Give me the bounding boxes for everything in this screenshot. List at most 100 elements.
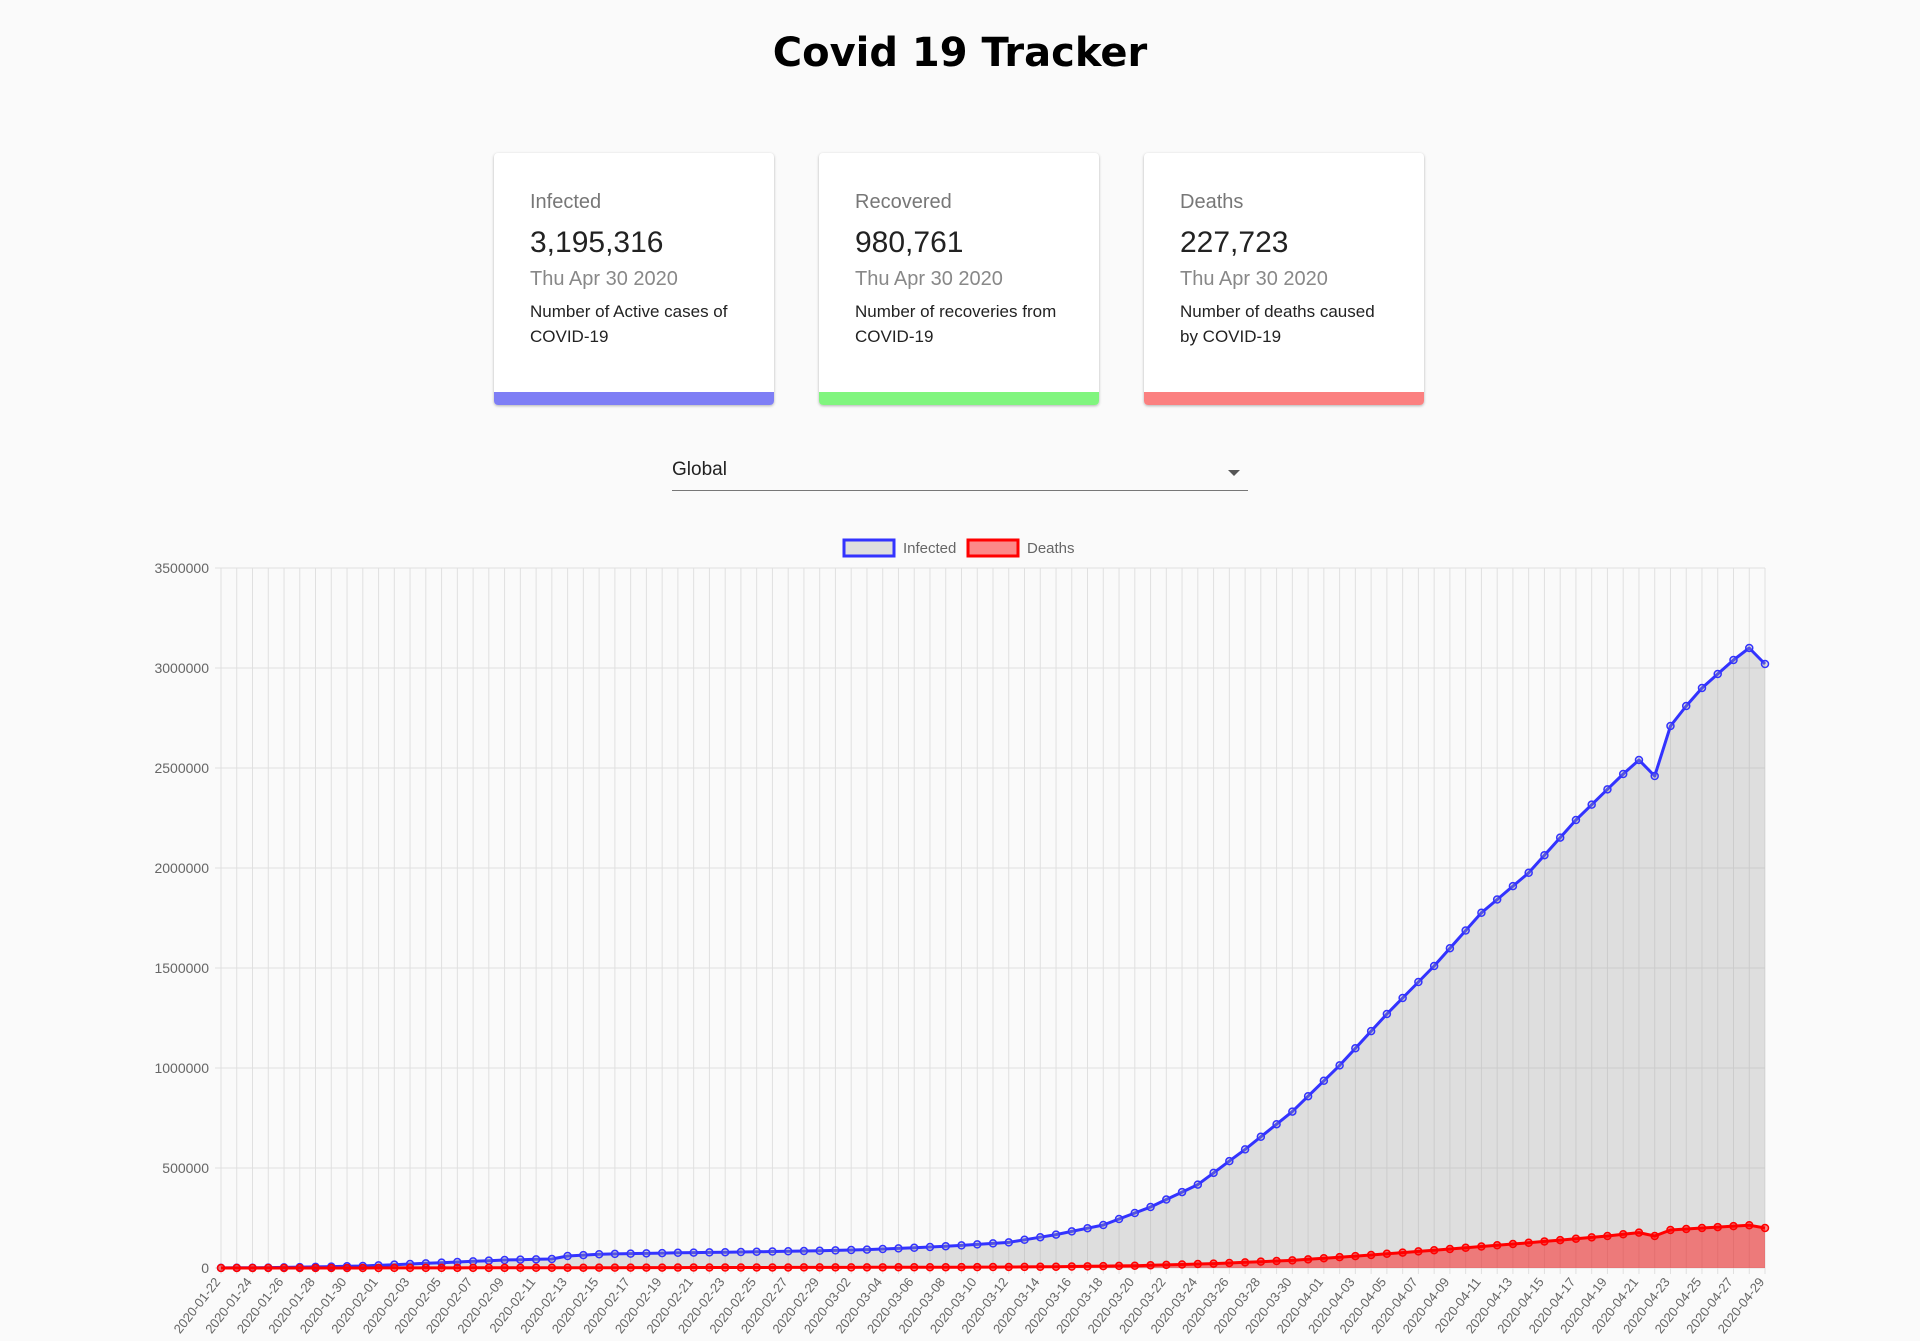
data-point [752,1247,761,1257]
country-select[interactable]: Global [672,450,1248,491]
data-point [1398,993,1407,1003]
data-point [1177,1260,1187,1269]
data-point [1634,755,1644,765]
data-point [799,1263,809,1272]
data-point [1760,659,1770,669]
data-point [232,1263,242,1273]
data-point [1319,1076,1329,1086]
recovered-card: Recovered 980,761 Thu Apr 30 2020 Number… [819,153,1099,405]
data-point [862,1245,872,1254]
data-point [610,1263,620,1272]
data-point [846,1263,856,1272]
data-point [752,1263,761,1272]
data-point [248,1263,257,1273]
data-point [484,1256,494,1265]
data-point [909,1243,919,1253]
data-point [1713,1222,1722,1232]
data-point [563,1263,572,1272]
data-point [642,1249,651,1258]
data-point [1603,1231,1612,1241]
data-point [1099,1220,1108,1230]
data-point [1036,1232,1045,1242]
data-point [831,1246,840,1255]
data-point [1036,1262,1045,1272]
data-point [957,1262,966,1272]
data-point [1146,1202,1155,1212]
data-point [342,1263,352,1273]
data-point [1429,961,1439,971]
data-point [1114,1214,1124,1224]
data-point [941,1262,950,1272]
data-point [1697,1223,1707,1233]
card-accent-bar [819,392,1099,405]
data-point [1288,1256,1297,1265]
data-point [1067,1262,1077,1271]
data-point [468,1263,478,1273]
data-point [1240,1145,1250,1154]
line-chart: 0 500000 1000000 1500000 2000000 2500000 30000… [154,538,1770,1336]
data-point [1083,1223,1092,1233]
data-point [1571,815,1581,825]
data-point [626,1263,635,1272]
data-point [1618,1230,1628,1239]
data-point [295,1263,305,1273]
data-point [1555,833,1565,842]
data-point [1666,1225,1675,1235]
data-point [1209,1168,1218,1178]
card-label: Deaths [1180,191,1244,213]
data-point [1303,1255,1313,1264]
data-point [1587,800,1596,809]
data-point [1004,1262,1014,1272]
card-label: Infected [530,191,602,213]
data-point [689,1263,698,1272]
data-point [705,1248,714,1257]
data-point [547,1254,557,1264]
data-point [1209,1259,1218,1268]
data-point [390,1263,399,1273]
data-point [579,1263,588,1272]
data-point [894,1263,903,1272]
data-point [768,1263,777,1272]
data-point [1492,1241,1502,1250]
data-point [1555,1235,1565,1245]
data-point [846,1245,856,1255]
data-point [1744,643,1754,653]
card-date: Thu Apr 30 2020 [855,268,1003,290]
data-point [1587,1233,1596,1242]
data-point [1414,1247,1423,1256]
data-point [1666,721,1675,731]
data-point [673,1248,683,1258]
data-point [1603,785,1612,794]
data-point [437,1263,446,1273]
data-point [1162,1260,1171,1270]
card-date: Thu Apr 30 2020 [530,268,678,290]
data-point [815,1246,824,1256]
data-point [957,1241,966,1250]
data-point [642,1263,651,1272]
card-value: 227,723 [1180,226,1289,259]
data-point [1303,1091,1313,1101]
infected-card: Infected 3,195,316 Thu Apr 30 2020 Numbe… [494,153,774,405]
data-point [815,1263,824,1272]
data-point [1272,1256,1281,1266]
data-point [862,1263,872,1272]
y-tick-label: 2500000 [154,760,209,776]
data-point [673,1263,683,1272]
legend-swatch [966,538,1020,558]
data-point [1477,908,1486,918]
data-point [1256,1132,1266,1142]
data-point [563,1251,572,1261]
data-point [878,1263,887,1272]
legend-label: Infected [903,540,956,557]
data-point [1681,1224,1691,1234]
data-point [1744,1220,1754,1230]
y-tick-label: 3500000 [154,560,209,576]
data-point [972,1262,982,1272]
card-description: Number of deaths caused by COVID-19 [1180,302,1375,346]
data-point [736,1247,746,1257]
data-point [594,1249,604,1259]
stats-cards: Infected 3,195,316 Thu Apr 30 2020 Numbe… [494,153,1426,405]
data-point [941,1241,950,1251]
data-point [1713,669,1722,679]
data-point [1429,1245,1439,1255]
